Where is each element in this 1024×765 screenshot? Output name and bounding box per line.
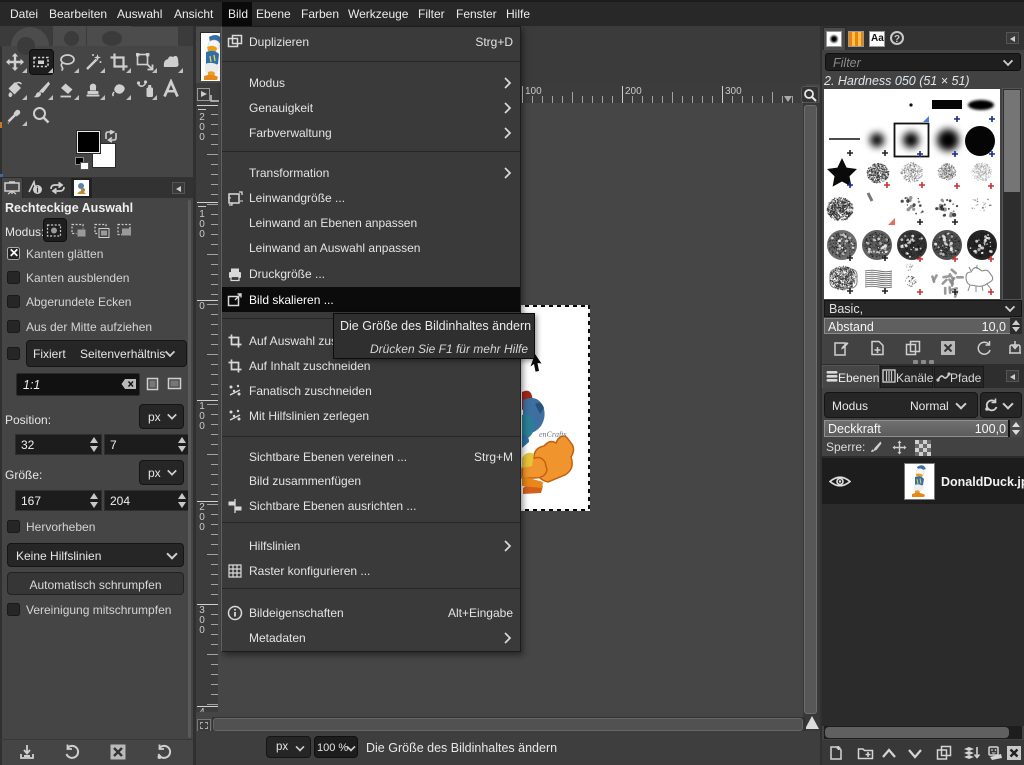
svg-text:i: i	[36, 186, 38, 195]
